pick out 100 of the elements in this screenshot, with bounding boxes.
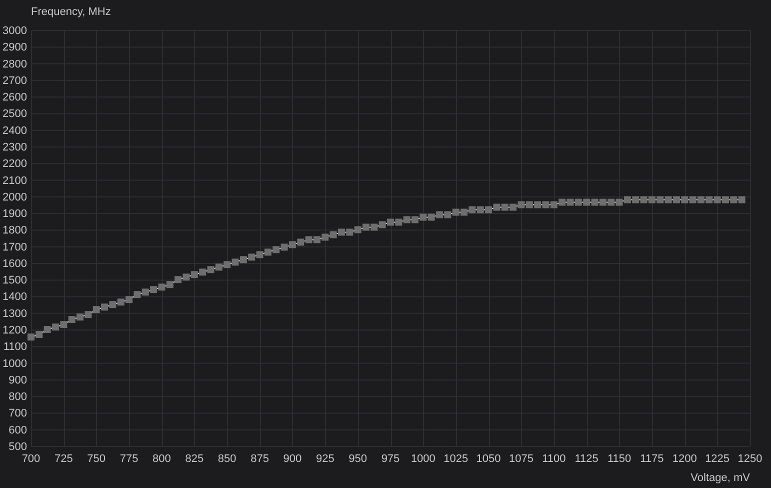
curve-point[interactable] [224, 261, 231, 268]
curve-point[interactable] [207, 266, 214, 274]
curve-point[interactable] [558, 198, 566, 206]
x-tick-label: 825 [185, 453, 204, 465]
y-tick-label: 1800 [2, 224, 27, 237]
curve-point[interactable] [640, 196, 648, 204]
curve-point[interactable] [117, 298, 124, 306]
curve-point[interactable] [476, 206, 484, 214]
curve-point[interactable] [714, 196, 721, 204]
curve-point[interactable] [403, 216, 410, 224]
curve-point[interactable] [738, 196, 746, 204]
curve-point[interactable] [722, 196, 729, 204]
curve-point[interactable] [174, 276, 182, 284]
curve-point[interactable] [412, 216, 418, 224]
curve-point[interactable] [126, 296, 133, 304]
curve-point[interactable] [142, 288, 149, 296]
curve-point[interactable] [378, 221, 386, 228]
curve-point[interactable] [672, 196, 680, 204]
curve-point[interactable] [395, 218, 402, 226]
curve-point[interactable] [526, 201, 533, 208]
curve-point[interactable] [566, 198, 574, 206]
curve-point[interactable] [370, 224, 378, 231]
curve-point[interactable] [272, 246, 280, 254]
curve-point[interactable] [583, 198, 590, 206]
curve-point[interactable] [648, 196, 656, 204]
x-tick-label: 800 [152, 453, 171, 465]
curve-point[interactable] [84, 311, 92, 318]
curve-point[interactable] [387, 218, 394, 226]
y-tick-label: 1900 [2, 208, 27, 220]
curve-point[interactable] [215, 264, 222, 271]
y-tick-label: 2400 [2, 124, 27, 137]
curve-point[interactable] [428, 214, 435, 221]
curve-point[interactable] [518, 201, 525, 208]
curve-point[interactable] [280, 244, 288, 251]
y-tick-label: 3000 [2, 25, 27, 37]
curve-point[interactable] [542, 201, 550, 208]
curve-point[interactable] [468, 206, 476, 214]
curve-point[interactable] [550, 201, 558, 208]
x-tick-label: 1025 [444, 453, 468, 465]
curve-point[interactable] [92, 306, 100, 314]
curve-point[interactable] [68, 316, 76, 324]
curve-point[interactable] [60, 321, 68, 328]
curve-point[interactable] [616, 198, 623, 206]
curve-point[interactable] [534, 201, 542, 208]
curve-point[interactable] [362, 224, 370, 231]
curve-point[interactable] [346, 228, 354, 236]
curve-point[interactable] [150, 286, 158, 294]
curve-point[interactable] [591, 198, 598, 206]
curve-point[interactable] [256, 251, 264, 258]
curve-point[interactable] [354, 226, 362, 234]
curve-point[interactable] [264, 248, 272, 256]
curve-point[interactable] [689, 196, 696, 204]
curve-point[interactable] [330, 231, 337, 238]
curve-point[interactable] [452, 208, 460, 216]
curve-point[interactable] [232, 258, 239, 266]
y-tick-label: 1300 [2, 308, 27, 320]
curve-point[interactable] [501, 204, 508, 211]
x-tick-label: 750 [87, 453, 106, 465]
curve-point[interactable] [305, 236, 312, 244]
curve-point[interactable] [313, 236, 320, 244]
curve-point[interactable] [656, 196, 664, 204]
x-tick-label: 1225 [705, 453, 730, 465]
curve-point[interactable] [420, 214, 427, 221]
curve-point[interactable] [510, 204, 517, 211]
curve-point[interactable] [599, 198, 606, 206]
curve-point[interactable] [444, 211, 452, 218]
curve-point[interactable] [288, 241, 296, 248]
x-tick-label: 1100 [542, 453, 566, 465]
curve-point[interactable] [574, 198, 582, 206]
curve-point[interactable] [44, 326, 51, 334]
curve-point[interactable] [190, 271, 198, 278]
curve-point[interactable] [322, 234, 329, 241]
curve-point[interactable] [338, 228, 345, 236]
curve-point[interactable] [101, 304, 108, 311]
curve-point[interactable] [664, 196, 672, 204]
curve-point[interactable] [460, 208, 468, 216]
curve-point[interactable] [706, 196, 713, 204]
curve-point[interactable] [697, 196, 704, 204]
curve-point[interactable] [109, 301, 116, 308]
curve-point[interactable] [297, 238, 304, 246]
curve-point[interactable] [730, 196, 738, 204]
curve-point[interactable] [493, 204, 500, 211]
curve-point[interactable] [199, 268, 206, 276]
curve-point[interactable] [134, 291, 141, 298]
curve-point[interactable] [485, 206, 492, 214]
curve-point[interactable] [608, 198, 615, 206]
x-tick-label: 700 [22, 453, 40, 465]
curve-point[interactable] [166, 281, 174, 288]
curve-point[interactable] [182, 274, 190, 281]
curve-point[interactable] [624, 196, 631, 204]
curve-point[interactable] [158, 284, 166, 291]
curve-point[interactable] [436, 211, 444, 218]
curve-point[interactable] [248, 254, 256, 261]
curve-point[interactable] [52, 324, 59, 331]
curve-point[interactable] [681, 196, 688, 204]
curve-point[interactable] [632, 196, 640, 204]
curve-point[interactable] [76, 314, 84, 321]
curve-point[interactable] [36, 331, 43, 338]
curve-point[interactable] [240, 256, 247, 264]
x-tick-label: 725 [54, 453, 73, 465]
